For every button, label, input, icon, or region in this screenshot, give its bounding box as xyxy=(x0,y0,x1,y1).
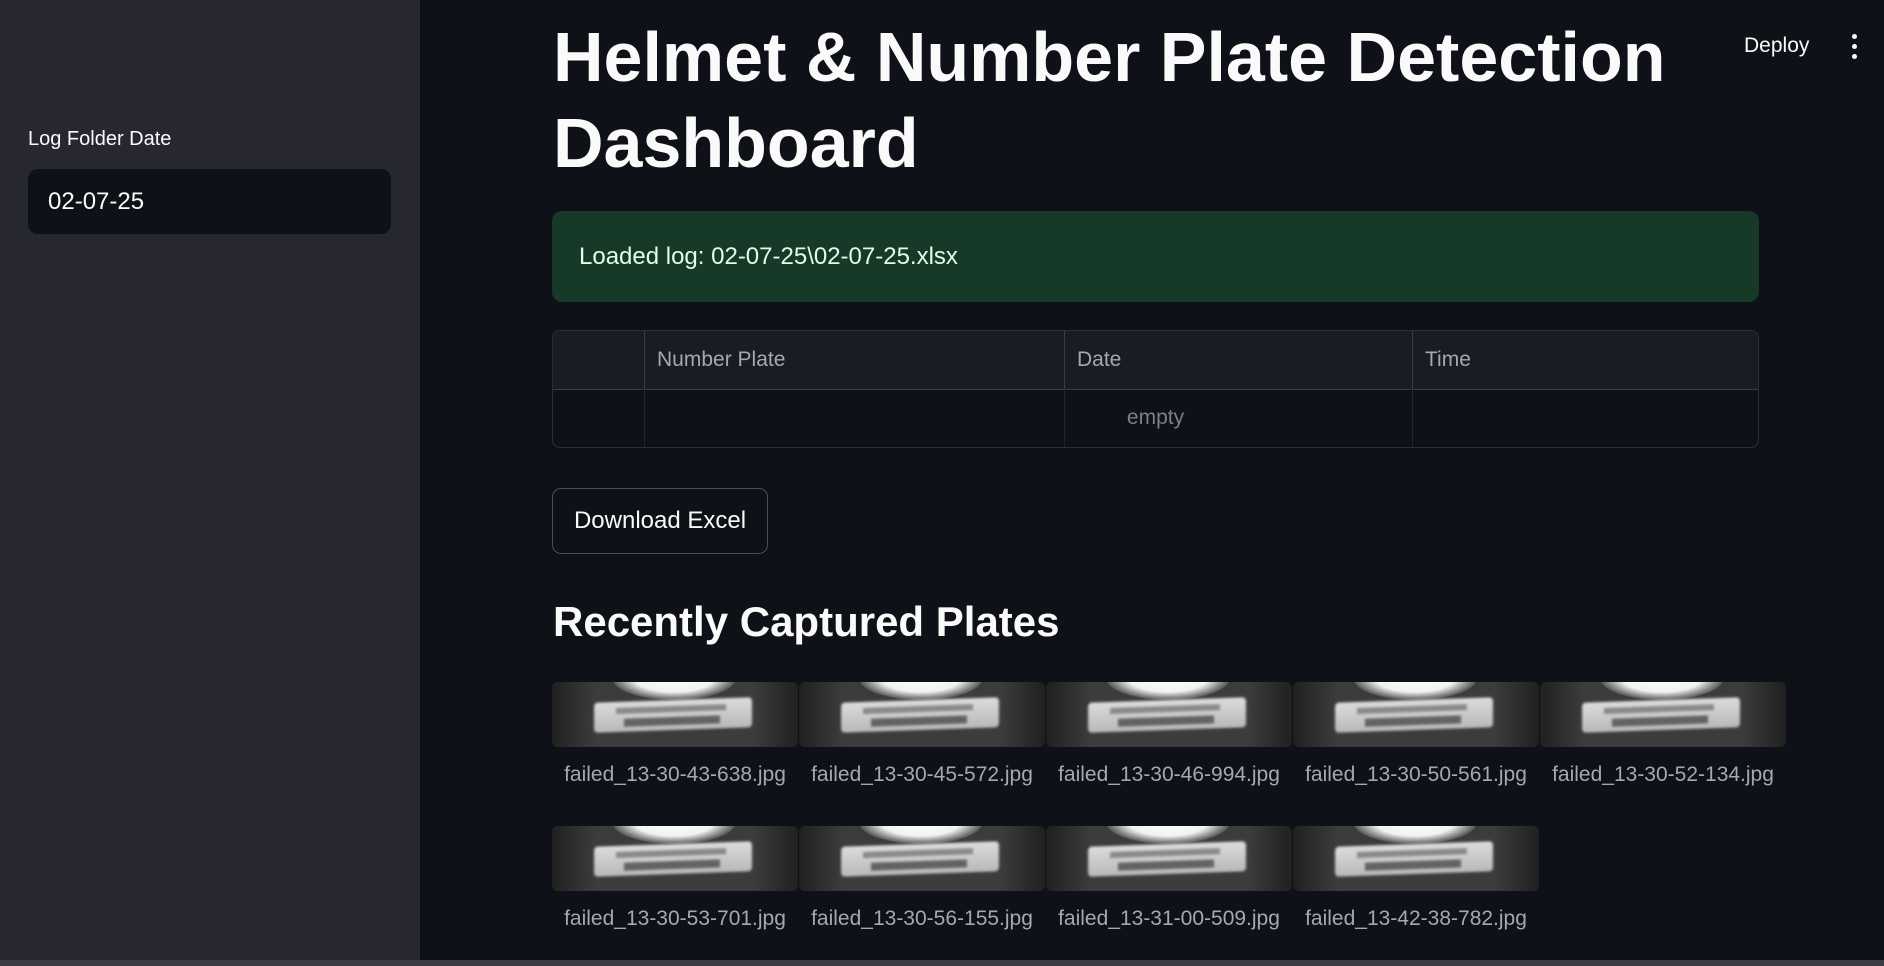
download-excel-button[interactable]: Download Excel xyxy=(552,488,768,554)
plate-image-caption: failed_13-31-00-509.jpg xyxy=(1058,907,1280,930)
plate-image-edge xyxy=(1540,682,1786,747)
plate-image-card[interactable]: failed_13-30-52-134.jpg xyxy=(1540,682,1786,787)
plate-image-edge xyxy=(799,682,1045,747)
plate-image-caption: failed_13-30-50-561.jpg xyxy=(1305,763,1527,786)
plate-image[interactable] xyxy=(799,682,1045,747)
main-menu-icon[interactable] xyxy=(1840,28,1868,64)
log-table[interactable]: Number Plate Date Time empty xyxy=(552,330,1759,448)
horizontal-scrollbar[interactable] xyxy=(0,960,1884,966)
table-header: Number Plate Date Time xyxy=(553,331,1758,390)
success-alert: Loaded log: 02-07-25\02-07-25.xlsx xyxy=(552,211,1759,302)
plate-image-card[interactable]: failed_13-30-43-638.jpg xyxy=(552,682,798,787)
plate-image-edge xyxy=(1046,682,1292,747)
plate-image-card[interactable]: failed_13-42-38-782.jpg xyxy=(1293,826,1539,931)
plate-image-caption: failed_13-30-56-155.jpg xyxy=(811,907,1033,930)
date-input-label: Log Folder Date xyxy=(28,128,172,150)
plate-image-edge xyxy=(799,826,1045,891)
plate-image[interactable] xyxy=(552,682,798,747)
alert-text: Loaded log: 02-07-25\02-07-25.xlsx xyxy=(579,242,958,270)
plate-image[interactable] xyxy=(1293,682,1539,747)
column-header-time[interactable]: Time xyxy=(1412,331,1758,389)
app-root: Log Folder Date 02-07-25 Deploy Helmet &… xyxy=(0,0,1884,966)
plate-image-caption: failed_13-30-45-572.jpg xyxy=(811,763,1033,786)
plate-image-card[interactable]: failed_13-30-45-572.jpg xyxy=(799,682,1045,787)
plate-image-caption: failed_13-30-53-701.jpg xyxy=(564,907,786,930)
plate-image-edge xyxy=(1293,826,1539,891)
column-header-date[interactable]: Date xyxy=(1064,331,1412,389)
plate-image[interactable] xyxy=(552,826,798,891)
sidebar: Log Folder Date 02-07-25 xyxy=(0,0,420,960)
column-header-number-plate[interactable]: Number Plate xyxy=(644,331,1064,389)
plate-image-edge xyxy=(1293,682,1539,747)
plate-image-edge xyxy=(1046,826,1292,891)
plate-image[interactable] xyxy=(1293,826,1539,891)
plate-image-caption: failed_13-30-52-134.jpg xyxy=(1552,763,1774,786)
plate-image-card[interactable]: failed_13-31-00-509.jpg xyxy=(1046,826,1292,931)
plate-image-caption: failed_13-42-38-782.jpg xyxy=(1305,907,1527,930)
plate-image-caption: failed_13-30-46-994.jpg xyxy=(1058,763,1280,786)
table-empty-message: empty xyxy=(1126,406,1185,429)
plate-image[interactable] xyxy=(799,826,1045,891)
page-title: Helmet & Number Plate Detection Dashboar… xyxy=(553,18,1666,182)
plate-image[interactable] xyxy=(1046,682,1292,747)
plate-image[interactable] xyxy=(1540,682,1786,747)
menu-dot xyxy=(1851,53,1857,59)
menu-dot xyxy=(1851,43,1857,49)
menu-dot xyxy=(1851,33,1857,39)
plate-image-card[interactable]: failed_13-30-56-155.jpg xyxy=(799,826,1045,931)
plate-image-card[interactable]: failed_13-30-53-701.jpg xyxy=(552,826,798,931)
plate-image-caption: failed_13-30-43-638.jpg xyxy=(564,763,786,786)
plate-image[interactable] xyxy=(1046,826,1292,891)
plate-image-card[interactable]: failed_13-30-46-994.jpg xyxy=(1046,682,1292,787)
log-folder-date-input[interactable]: 02-07-25 xyxy=(28,169,391,234)
plate-image-edge xyxy=(552,682,798,747)
plate-image-edge xyxy=(552,826,798,891)
gallery-title: Recently Captured Plates xyxy=(553,598,1060,645)
plate-image-card[interactable]: failed_13-30-50-561.jpg xyxy=(1293,682,1539,787)
column-header-index[interactable] xyxy=(553,331,644,389)
